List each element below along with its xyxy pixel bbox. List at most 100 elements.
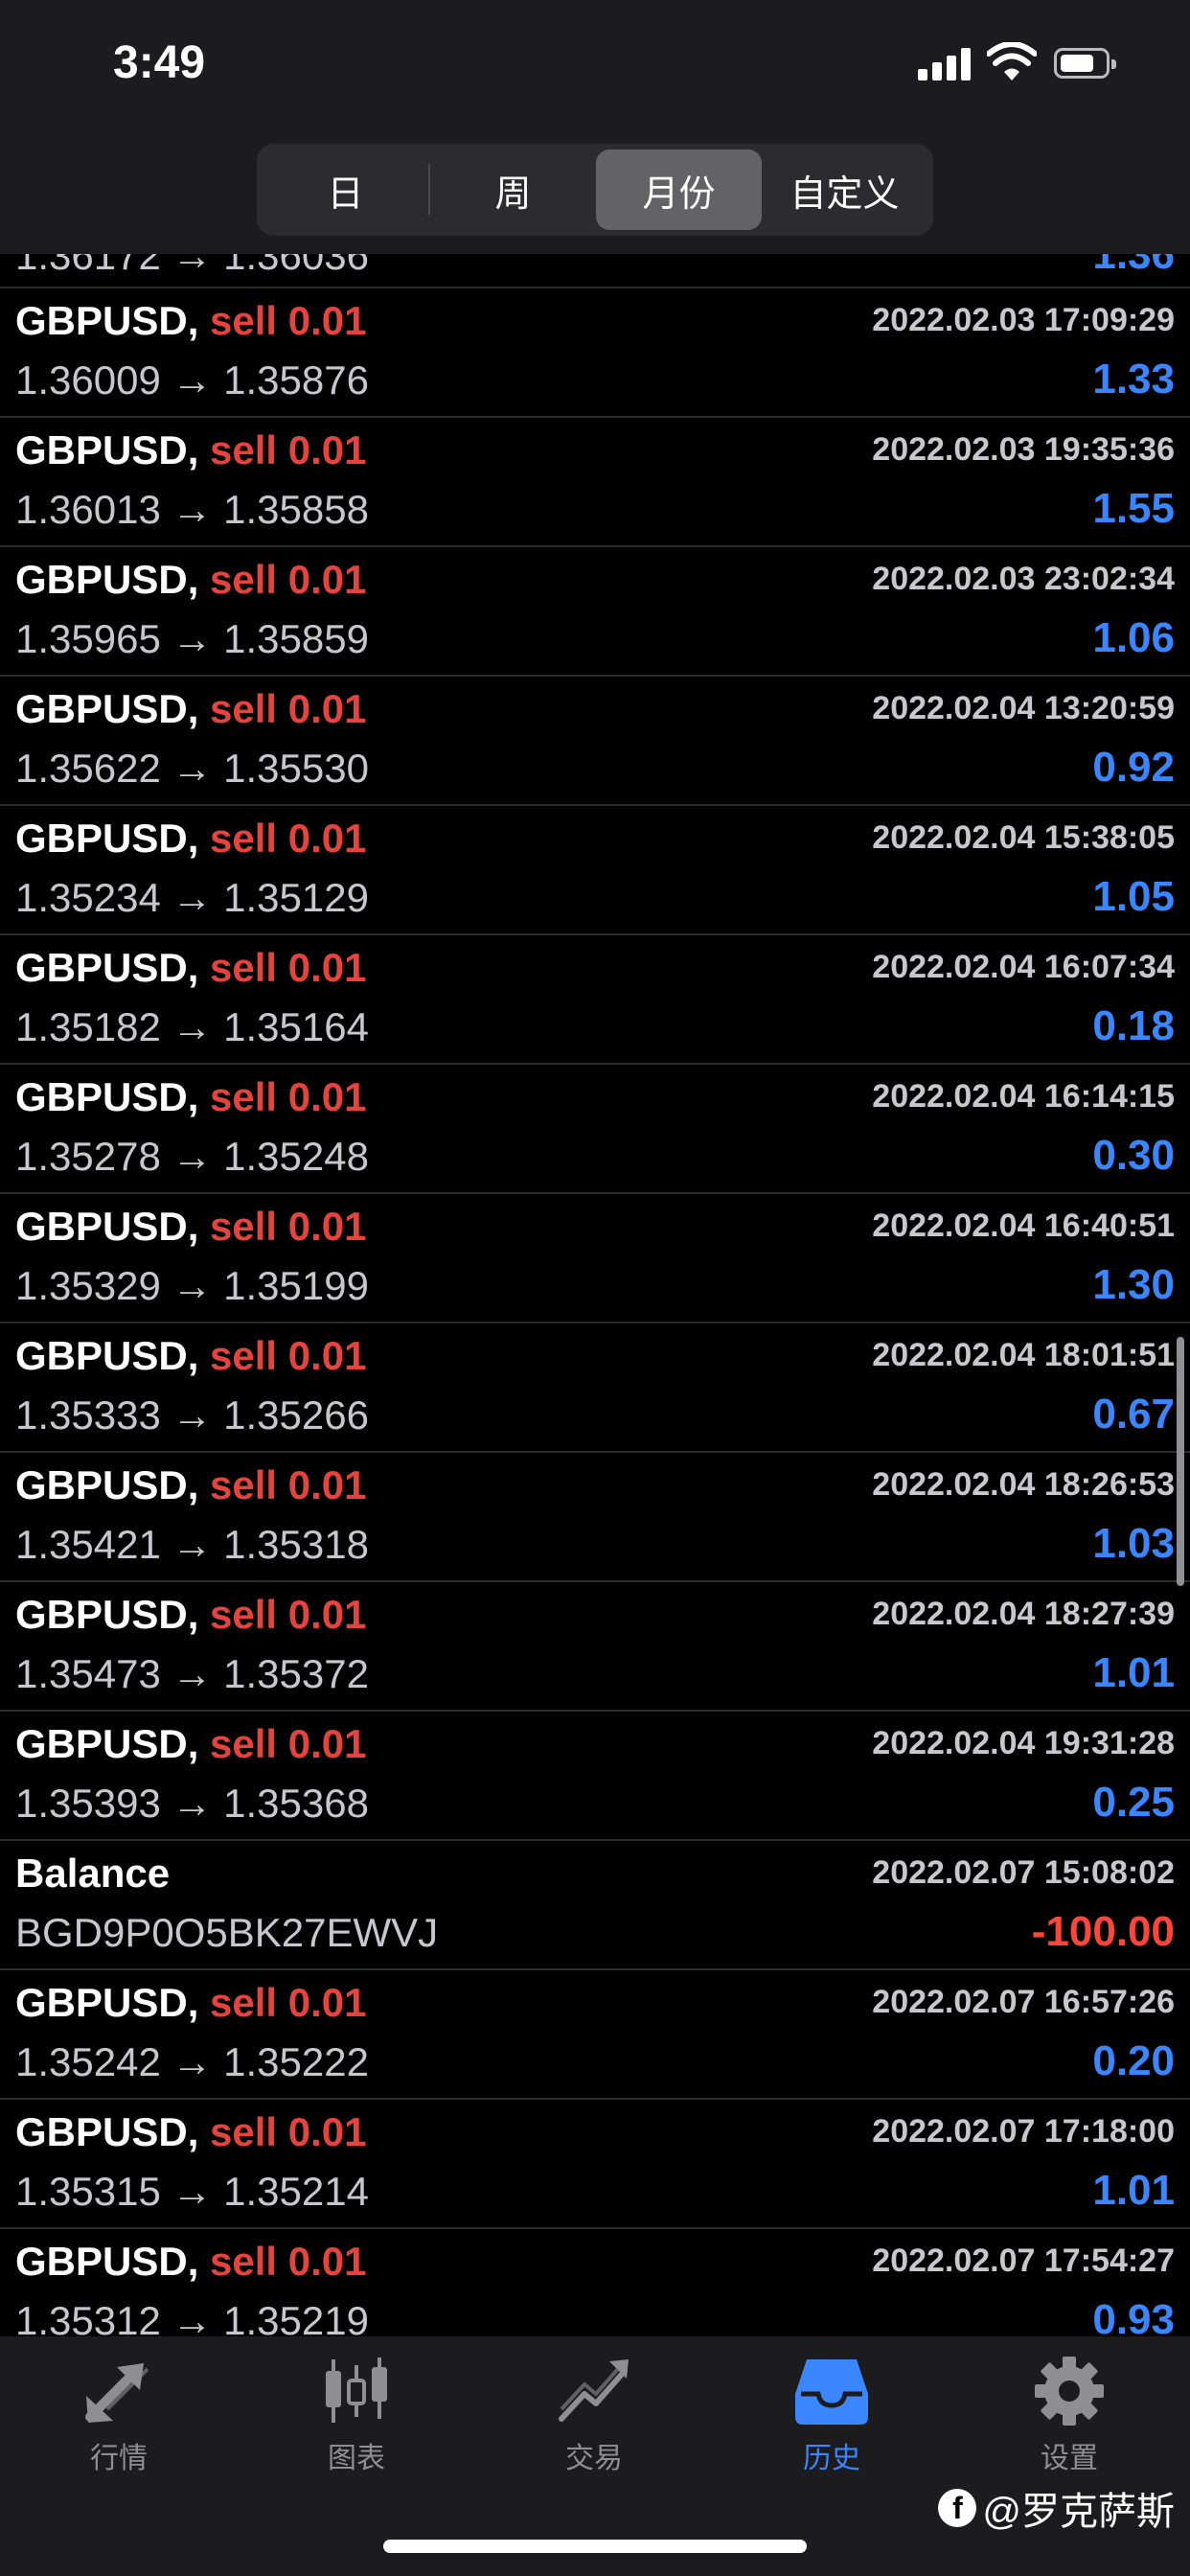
history-row-trade[interactable]: GBPUSD, sell 0.01 2022.02.04 16:14:15 1.35…	[0, 1065, 1190, 1194]
row-side: sell 0.01	[210, 1204, 367, 1249]
history-row-trade[interactable]: GBPUSD, sell 0.01 2022.02.03 17:09:29 1.36…	[0, 288, 1190, 418]
tab-trade[interactable]: 交易	[498, 2356, 690, 2476]
facebook-icon: f	[938, 2489, 977, 2527]
row-title: GBPUSD, sell 0.01	[15, 1074, 367, 1120]
row-profit: 0.18	[1092, 1002, 1175, 1049]
row-side: sell 0.01	[210, 2239, 367, 2284]
row-title: GBPUSD, sell 0.01	[15, 557, 367, 603]
tab-charts[interactable]: 图表	[261, 2356, 452, 2476]
history-list[interactable]: 1.36172 → 1.36036 1.36 GBPUSD, sell 0.01…	[0, 254, 1190, 2336]
history-row-trade[interactable]: GBPUSD, sell 0.01 2022.02.04 18:01:51 1.35…	[0, 1323, 1190, 1453]
history-row-balance[interactable]: Balance 2022.02.07 15:08:02 BGD9P0O5BK27EW…	[0, 1841, 1190, 1970]
history-row-trade[interactable]: GBPUSD, sell 0.01 2022.02.04 19:31:28 1.35…	[0, 1712, 1190, 1841]
watermark: f @罗克萨斯	[938, 2480, 1175, 2536]
history-row-trade[interactable]: GBPUSD, sell 0.01 2022.02.03 19:35:36 1.36…	[0, 418, 1190, 547]
tab-label: 设置	[1041, 2443, 1098, 2474]
row-prices: 1.35234 → 1.35129	[15, 875, 369, 920]
row-symbol: GBPUSD,	[15, 1721, 199, 1766]
history-row-trade[interactable]: GBPUSD, sell 0.01 2022.02.03 23:02:34 1.35…	[0, 547, 1190, 677]
row-profit: 1.01	[1092, 2167, 1175, 2214]
cellular-signal-icon	[918, 48, 973, 80]
row-prices: 1.35278 → 1.35248	[15, 1134, 369, 1179]
row-date: 2022.02.04 19:31:28	[872, 1725, 1175, 1761]
row-title: GBPUSD, sell 0.01	[15, 686, 367, 732]
tab-label: 历史	[803, 2443, 860, 2474]
row-side: sell 0.01	[210, 1074, 367, 1119]
row-side: sell 0.01	[210, 1980, 367, 2025]
row-profit: 1.36	[1092, 254, 1175, 278]
tab-history[interactable]: 历史	[736, 2356, 927, 2476]
list-scrollbar[interactable]	[1177, 1337, 1184, 1586]
row-symbol: GBPUSD,	[15, 427, 199, 472]
history-row-trade[interactable]: GBPUSD, sell 0.01 2022.02.07 16:57:26 1.35…	[0, 1970, 1190, 2100]
row-prices: 1.35622 → 1.35530	[15, 746, 369, 791]
row-prices: 1.35182 → 1.35164	[15, 1004, 369, 1049]
row-symbol: GBPUSD,	[15, 557, 199, 602]
row-symbol: GBPUSD,	[15, 1204, 199, 1249]
row-profit: 1.01	[1092, 1649, 1175, 1696]
row-date: 2022.02.07 16:57:26	[872, 1984, 1175, 2020]
row-date: 2022.02.03 17:09:29	[872, 302, 1175, 338]
row-title: GBPUSD, sell 0.01	[15, 1333, 367, 1379]
row-prices: 1.36172 → 1.36036	[15, 254, 369, 278]
period-tab-month[interactable]: 月份	[596, 150, 762, 230]
row-side: sell 0.01	[210, 945, 367, 990]
row-symbol: GBPUSD,	[15, 816, 199, 861]
row-symbol: GBPUSD,	[15, 2239, 199, 2284]
row-profit: 0.30	[1092, 1132, 1175, 1179]
row-side: sell 0.01	[210, 686, 367, 731]
row-title: GBPUSD, sell 0.01	[15, 2109, 367, 2155]
row-title: GBPUSD, sell 0.01	[15, 1721, 367, 1767]
history-row-trade[interactable]: GBPUSD, sell 0.01 2022.02.04 18:27:39 1.35…	[0, 1582, 1190, 1712]
history-row-partial[interactable]: 1.36172 → 1.36036 1.36	[0, 254, 1190, 288]
row-symbol: GBPUSD,	[15, 1980, 199, 2025]
row-symbol: GBPUSD,	[15, 1333, 199, 1378]
top-bar: 3:49 日 周 月份 自定义	[0, 0, 1190, 254]
tab-quotes[interactable]: 行情	[23, 2356, 215, 2476]
row-title: GBPUSD, sell 0.01	[15, 298, 367, 344]
row-side: sell 0.01	[210, 1592, 367, 1637]
battery-icon	[1054, 48, 1116, 79]
status-time: 3:49	[113, 37, 206, 88]
row-date: 2022.02.04 16:07:34	[872, 949, 1175, 985]
quotes-arrows-icon	[85, 2363, 149, 2423]
period-tab-week[interactable]: 周	[430, 150, 596, 230]
row-symbol: GBPUSD,	[15, 1462, 199, 1507]
row-symbol: GBPUSD,	[15, 1074, 199, 1119]
history-row-trade[interactable]: GBPUSD, sell 0.01 2022.02.04 16:07:34 1.35…	[0, 935, 1190, 1065]
row-symbol: GBPUSD,	[15, 1592, 199, 1637]
history-row-trade[interactable]: GBPUSD, sell 0.01 2022.02.04 13:20:59 1.35…	[0, 677, 1190, 806]
period-tab-custom[interactable]: 自定义	[762, 150, 927, 230]
row-profit: 0.92	[1092, 744, 1175, 791]
history-row-trade[interactable]: GBPUSD, sell 0.01 2022.02.04 15:38:05 1.35…	[0, 806, 1190, 935]
row-profit: 0.20	[1092, 2037, 1175, 2084]
tab-label: 图表	[328, 2443, 385, 2474]
home-indicator[interactable]	[383, 2540, 807, 2553]
row-date: 2022.02.07 15:08:02	[872, 1854, 1175, 1891]
history-row-trade[interactable]: GBPUSD, sell 0.01 2022.02.07 17:18:00 1.35…	[0, 2100, 1190, 2229]
row-date: 2022.02.04 16:14:15	[872, 1078, 1175, 1115]
watermark-text: @罗克萨斯	[982, 2491, 1175, 2533]
history-row-trade[interactable]: GBPUSD, sell 0.01 2022.02.07 17:54:27 1.35…	[0, 2229, 1190, 2336]
row-date: 2022.02.04 18:26:53	[872, 1466, 1175, 1503]
row-side: sell 0.01	[210, 1721, 367, 1766]
row-profit: 0.67	[1092, 1391, 1175, 1438]
row-title: GBPUSD, sell 0.01	[15, 2239, 367, 2285]
row-profit: 1.05	[1092, 873, 1175, 920]
row-title: GBPUSD, sell 0.01	[15, 427, 367, 473]
history-row-trade[interactable]: GBPUSD, sell 0.01 2022.02.04 16:40:51 1.35…	[0, 1194, 1190, 1323]
row-side: sell 0.01	[210, 1333, 367, 1378]
history-row-trade[interactable]: GBPUSD, sell 0.01 2022.02.04 18:26:53 1.35…	[0, 1453, 1190, 1582]
row-profit: 0.25	[1092, 1779, 1175, 1826]
history-inbox-icon	[795, 2359, 868, 2425]
period-tab-day[interactable]: 日	[263, 150, 428, 230]
row-symbol: GBPUSD,	[15, 2109, 199, 2154]
row-prices: 1.35315 → 1.35214	[15, 2169, 369, 2214]
row-title: GBPUSD, sell 0.01	[15, 1980, 367, 2026]
tab-settings[interactable]: 设置	[973, 2356, 1165, 2476]
row-title: Balance	[15, 1851, 170, 1897]
trade-trend-icon	[559, 2359, 629, 2422]
row-prices: 1.35421 → 1.35318	[15, 1522, 369, 1567]
row-prices: 1.35473 → 1.35372	[15, 1651, 369, 1696]
row-prices: 1.35312 → 1.35219	[15, 2298, 369, 2336]
